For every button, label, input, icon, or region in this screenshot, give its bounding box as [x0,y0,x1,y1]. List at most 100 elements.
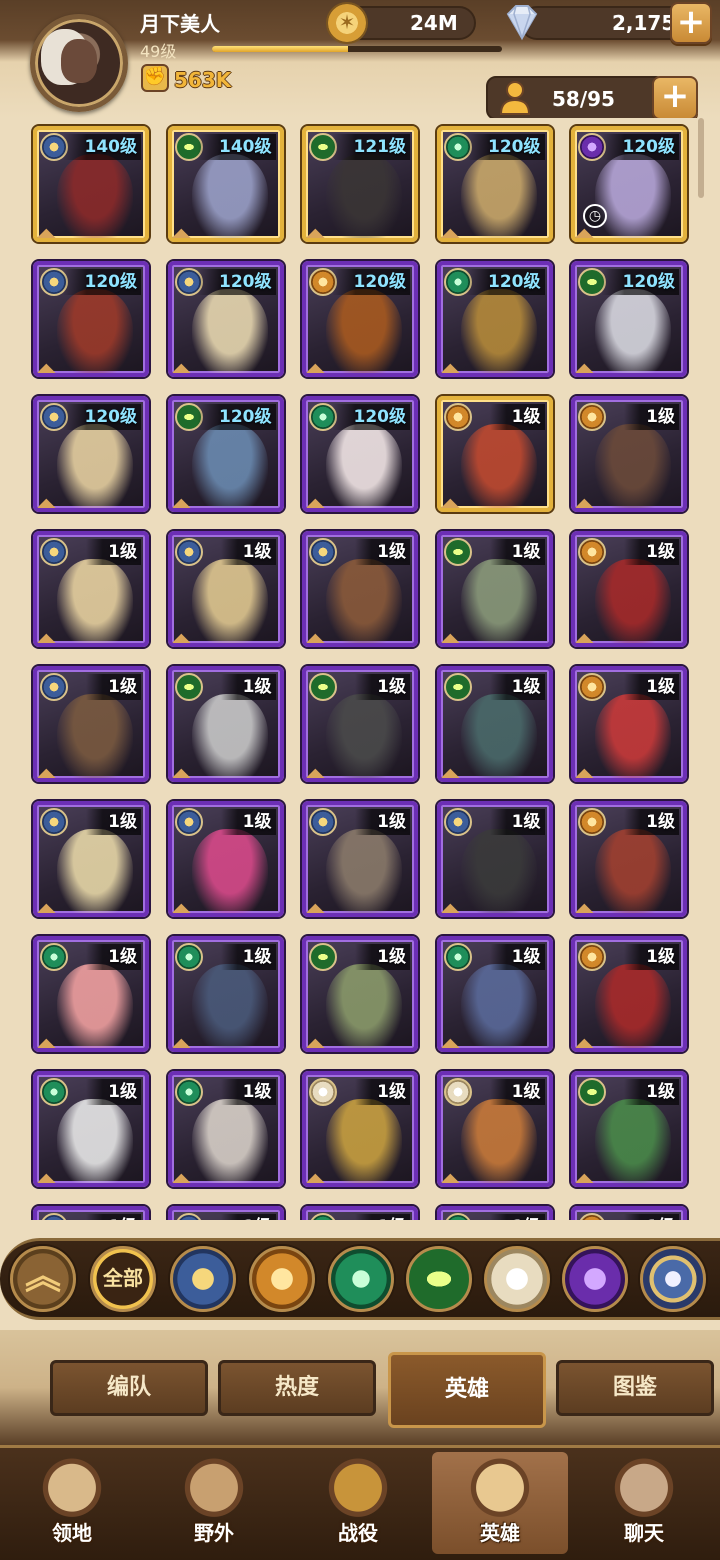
hero-card[interactable]: 121级 [302,126,418,242]
all-factions-button[interactable]: 全部 [90,1246,156,1312]
hero-level: 120级 [600,134,679,160]
hero-card[interactable]: 120级 ◷ [571,126,687,242]
hero-portrait [57,694,133,778]
hero-card[interactable]: 1级 [167,666,284,782]
hero-portrait [191,559,268,643]
subtab-1[interactable]: 热度 [218,1360,376,1416]
frame-corner-ornament [37,768,58,778]
expand-roster-button[interactable]: + [652,76,698,120]
lightbearer-faction-icon [309,538,337,566]
hero-card[interactable]: 140级 [167,126,284,242]
frame-corner-ornament [306,903,327,913]
hypogean-faction-icon[interactable] [562,1246,628,1312]
lightbearer-faction-icon [309,808,337,836]
hero-card[interactable]: 1级 [33,936,149,1052]
hero-portrait [595,964,671,1048]
hero-level: 1级 [220,674,276,700]
hero-card[interactable]: 1级 [167,801,284,917]
hero-portrait [460,559,537,643]
mauler-faction-icon[interactable] [249,1246,315,1312]
hero-card[interactable]: 1级 [302,1206,418,1220]
hero-card[interactable]: 1级 [302,666,418,782]
hero-card[interactable]: 120级 [302,261,418,377]
hero-card[interactable]: 1级 [571,936,687,1052]
gold-coin-icon: ✶ [326,2,368,44]
hero-card[interactable]: 1级 [436,936,553,1052]
hero-card[interactable]: 1级 [33,1071,149,1187]
hero-card[interactable]: 1级 [302,1071,418,1187]
hero-portrait [595,1099,671,1183]
hero-card[interactable]: 120级 [436,126,553,242]
scrollbar[interactable] [698,118,704,198]
hero-card[interactable]: 120级 [33,396,149,512]
hero-card[interactable]: 1级 [571,801,687,917]
hero-card[interactable]: 120级 [167,396,284,512]
wilder-faction-icon [174,943,203,971]
hero-card[interactable]: 1级 [302,936,418,1052]
hero-level: 120级 [331,404,410,430]
hero-level: 1级 [86,1214,141,1220]
graveborn-faction-icon [443,538,472,566]
nav-chat-bubble[interactable]: 聊天 [576,1452,712,1554]
graveborn-faction-icon [578,1078,606,1106]
frame-corner-ornament [575,768,596,778]
hero-card[interactable]: 120级 [571,261,687,377]
hero-card[interactable]: 1级 [436,531,553,647]
hero-level: 140级 [62,134,141,160]
collapse-filter-button[interactable]: ︽ [10,1246,76,1312]
hero-card[interactable]: 1级 [167,936,284,1052]
xp-progress-fill [212,46,349,52]
celestial-faction-icon[interactable] [484,1246,550,1312]
hero-card[interactable]: 1级 [571,1206,687,1220]
clock-icon: ◷ [583,204,607,228]
subtab-3[interactable]: 图鉴 [556,1360,714,1416]
diamond-icon [506,5,538,41]
hero-card[interactable]: 1级 [33,1206,149,1220]
hero-card[interactable]: 120级 [33,261,149,377]
hero-card[interactable]: 1级 [33,801,149,917]
hero-card[interactable]: 1级 [571,531,687,647]
graveborn-faction-icon[interactable] [406,1246,472,1312]
wilder-faction-icon [443,1213,472,1220]
frame-corner-ornament [171,498,193,508]
hero-card[interactable]: 1级 [571,1071,687,1187]
hero-card[interactable]: 140级 [33,126,149,242]
hero-portrait [460,289,537,373]
hero-card[interactable]: 1级 [302,801,418,917]
hero-card[interactable]: 120级 [302,396,418,512]
hero-level: 1级 [355,944,410,970]
dimensional-faction-icon[interactable] [640,1246,706,1312]
hero-card[interactable]: 1级 [436,396,553,512]
nav-hero-helmet[interactable]: 英雄 [432,1452,568,1554]
subtab-2[interactable]: 英雄 [388,1352,546,1428]
hero-card[interactable]: 1级 [167,1206,284,1220]
hero-card[interactable]: 120级 [436,261,553,377]
hero-card[interactable]: 1级 [167,1071,284,1187]
lightbearer-faction-icon[interactable] [170,1246,236,1312]
frame-corner-ornament [440,633,462,643]
hero-portrait [326,289,402,373]
hero-card[interactable]: 1级 [571,396,687,512]
hero-card[interactable]: 1级 [436,801,553,917]
hero-portrait [191,424,268,508]
wilder-faction-icon[interactable] [328,1246,394,1312]
hero-card[interactable]: 1级 [302,531,418,647]
hero-card[interactable]: 1级 [436,1071,553,1187]
hero-card[interactable]: 120级 [167,261,284,377]
nav-sword-shield[interactable]: 战役 [290,1452,426,1554]
hero-card[interactable]: 1级 [436,1206,553,1220]
hero-card[interactable]: 1级 [436,666,553,782]
wilder-faction-icon [309,1213,337,1220]
hero-card[interactable]: 1级 [33,531,149,647]
hero-card[interactable]: 1级 [167,531,284,647]
hero-list[interactable]: 140级 140级 121级 120级 120级 ◷ 120级 120级 120级 120级 120… [0,118,720,1220]
add-diamonds-button[interactable]: + [670,2,712,44]
hero-card[interactable]: 1级 [33,666,149,782]
frame-corner-ornament [171,1038,193,1048]
hero-card[interactable]: 1级 [571,666,687,782]
nav-castle[interactable]: 领地 [4,1452,140,1554]
subtab-0[interactable]: 编队 [50,1360,208,1416]
player-avatar[interactable] [30,14,128,112]
nav-map-scroll[interactable]: 野外 [146,1452,282,1554]
gold-value: 24M [410,11,458,35]
